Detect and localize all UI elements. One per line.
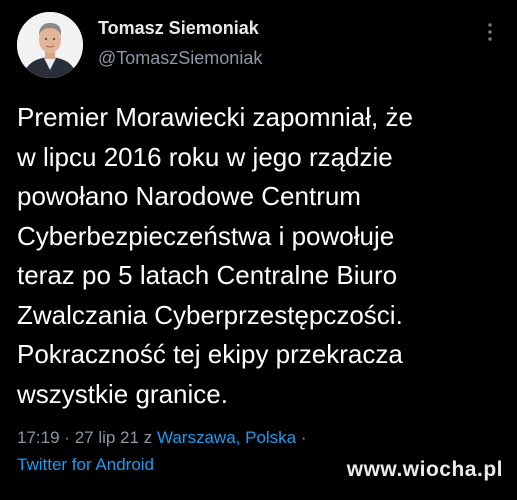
avatar[interactable] (17, 12, 83, 78)
tweet-source-link[interactable]: Twitter for Android (17, 453, 154, 477)
tweet-text: Premier Morawiecki zapomniał, że w lipcu… (17, 98, 509, 414)
from-word: z (143, 428, 153, 447)
tweet-date[interactable]: 27 lip 21 (75, 428, 139, 447)
tweet-text-line: w lipcu 2016 roku w jego rządzie (17, 141, 393, 172)
vertical-ellipsis-icon (488, 23, 492, 41)
tweet-text-line: Zwalczania Cyberprzestępczości. (17, 299, 403, 330)
author-display-name[interactable]: Tomasz Siemoniak (98, 17, 262, 39)
tweet-card: Tomasz Siemoniak @TomaszSiemoniak Premie… (0, 0, 517, 500)
tweet-text-line: wszystkie granice. (17, 378, 228, 409)
meta-separator: · (64, 428, 70, 447)
tweet-text-line: teraz po 5 latach Centralne Biuro (17, 260, 398, 290)
tweet-text-line: Cyberbezpieczeństwa i powołuje (17, 220, 395, 251)
author-handle[interactable]: @TomaszSiemoniak (98, 47, 262, 69)
tweet-text-line: powołano Narodowe Centrum (17, 181, 361, 211)
tweet-text-line: Pokraczność tej ekipy przekracza (17, 339, 403, 369)
watermark: www.wiocha.pl (346, 458, 503, 481)
meta-separator: · (300, 428, 307, 447)
tweet-location-link[interactable]: Warszawa, Polska (157, 428, 296, 447)
author-block[interactable]: Tomasz Siemoniak @TomaszSiemoniak (98, 17, 262, 69)
tweet-meta: 17:19 · 27 lip 21 z Warszawa, Polska · (17, 426, 307, 450)
profile-photo-icon (17, 12, 83, 78)
tweet-text-line: Premier Morawiecki zapomniał, że (17, 102, 413, 132)
tweet-time[interactable]: 17:19 (17, 428, 60, 447)
more-options-button[interactable] (483, 20, 497, 44)
